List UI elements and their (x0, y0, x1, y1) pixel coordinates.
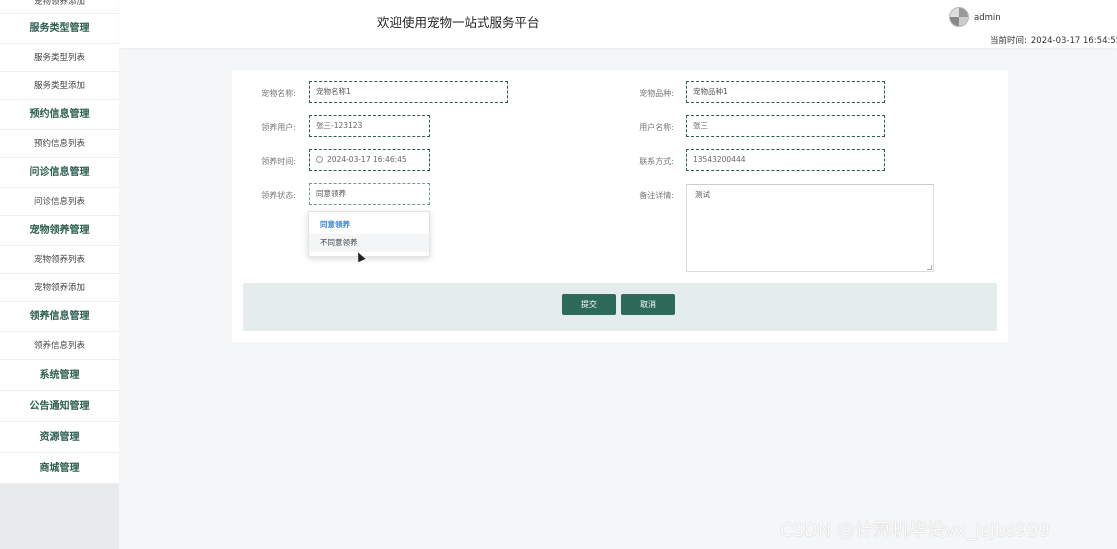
pet-breed-input[interactable]: 宠物品种1 (686, 81, 885, 103)
user-name-input[interactable]: 张三 (686, 115, 885, 137)
adopt-time-picker[interactable]: 2024-03-17 16:46:45 (309, 149, 430, 171)
username[interactable]: admin (974, 13, 1001, 23)
header: 欢迎使用宠物一站式服务平台 admin 当前时间: 2024-03-17 16:5… (119, 0, 1117, 48)
dropdown-option-agree[interactable]: 同意领养 (309, 216, 429, 234)
adopt-time-label: 领养时间: (261, 157, 296, 166)
sidebar-group-pet-adopt[interactable]: 宠物领养管理 (0, 216, 119, 246)
dropdown-option-disagree[interactable]: 不同意领养 (309, 234, 429, 252)
pet-breed-label: 宠物品种: (639, 89, 674, 98)
adopt-user-label: 领养用户: (261, 123, 296, 132)
submit-button[interactable]: 提交 (562, 294, 616, 315)
sidebar-item-pet-adopt-add-partial[interactable]: 宠物领养添加 (0, 0, 119, 14)
sidebar-item-pet-adopt-list[interactable]: 宠物领养列表 (0, 246, 119, 274)
sidebar-item-consultation-list[interactable]: 问诊信息列表 (0, 188, 119, 216)
sidebar-item-service-type-list[interactable]: 服务类型列表 (0, 44, 119, 72)
current-time-value: 2024-03-17 16:54:55 (1030, 36, 1117, 46)
sidebar-group-adopt-info[interactable]: 领养信息管理 (0, 302, 119, 332)
sidebar-item-shop[interactable]: 商城管理 (0, 453, 119, 484)
adopt-status-label: 领养状态: (261, 191, 296, 200)
watermark: CSDN @计算机毕设vx_jsjbs999 (780, 520, 1050, 541)
user-name-label: 用户名称: (639, 123, 674, 132)
clock-icon (316, 156, 323, 163)
sidebar-item-adopt-info-list[interactable]: 领养信息列表 (0, 332, 119, 360)
remark-value: 测试 (695, 190, 710, 199)
adopt-status-select[interactable]: 同意领养 (309, 183, 430, 205)
sidebar-item-pet-adopt-add[interactable]: 宠物领养添加 (0, 274, 119, 302)
remark-label: 备注详情: (639, 191, 674, 200)
pet-name-input[interactable]: 宠物名称1 (309, 81, 508, 103)
resize-grip-icon[interactable] (927, 265, 932, 270)
sidebar-group-consultation[interactable]: 问诊信息管理 (0, 158, 119, 188)
adopt-user-input[interactable]: 张三-123123 (309, 115, 430, 137)
avatar[interactable] (949, 7, 969, 27)
sidebar-item-appointment-list[interactable]: 预约信息列表 (0, 130, 119, 158)
contact-label: 联系方式: (639, 157, 674, 166)
page-title: 欢迎使用宠物一站式服务平台 (377, 15, 540, 30)
pet-name-label: 宠物名称: (261, 89, 296, 98)
sidebar: 宠物领养添加 服务类型管理 服务类型列表 服务类型添加 预约信息管理 预约信息列… (0, 0, 119, 549)
form-actions: 提交 取消 (243, 283, 997, 331)
sidebar-item-notice[interactable]: 公告通知管理 (0, 391, 119, 422)
sidebar-group-appointment[interactable]: 预约信息管理 (0, 100, 119, 130)
sidebar-item-service-type-add[interactable]: 服务类型添加 (0, 72, 119, 100)
adopt-time-value: 2024-03-17 16:46:45 (327, 155, 407, 164)
cancel-button[interactable]: 取消 (621, 294, 675, 315)
adopt-status-dropdown: 同意领养 不同意领养 (308, 211, 430, 257)
contact-input[interactable]: 13543200444 (686, 149, 885, 171)
remark-textarea[interactable]: 测试 (686, 184, 934, 272)
sidebar-group-service-type[interactable]: 服务类型管理 (0, 14, 119, 44)
current-time: 当前时间: 2024-03-17 16:54:55 (990, 34, 1117, 46)
sidebar-item-resource[interactable]: 资源管理 (0, 422, 119, 453)
current-time-label: 当前时间: (990, 36, 1027, 46)
sidebar-item-system[interactable]: 系统管理 (0, 360, 119, 391)
